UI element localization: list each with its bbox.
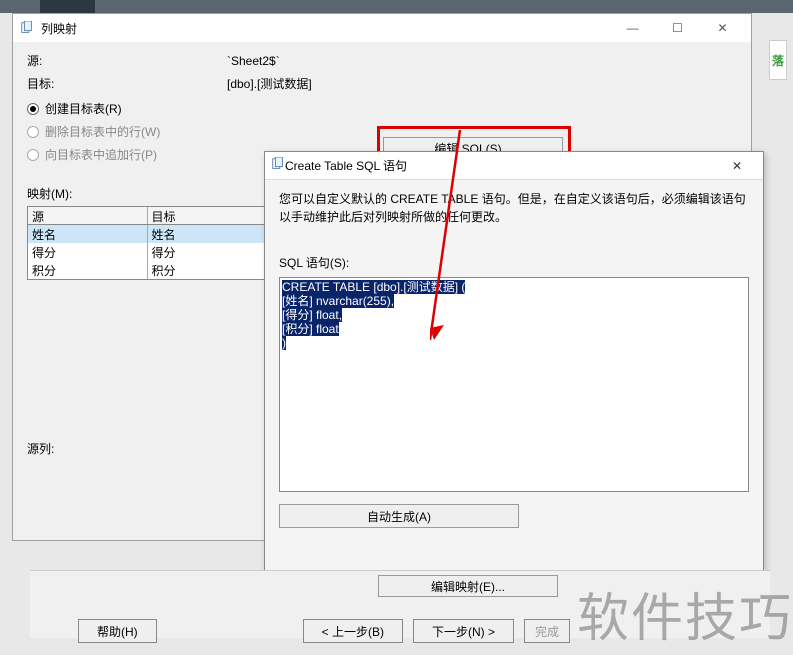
radio-dot-icon (27, 149, 39, 161)
auto-generate-button[interactable]: 自动生成(A) (279, 504, 519, 528)
button-label: 编辑映射(E)... (431, 578, 505, 595)
radio-create-table[interactable]: 创建目标表(R) (27, 100, 737, 117)
help-button[interactable]: 帮助(H) (78, 619, 157, 643)
finish-button[interactable]: 完成 (524, 619, 570, 643)
cell-dst: 得分 (148, 243, 267, 261)
window-title: 列映射 (41, 20, 610, 37)
target-value: [dbo].[测试数据] (227, 75, 312, 92)
radio-delete-rows[interactable]: 删除目标表中的行(W) (27, 123, 737, 140)
create-table-sql-dialog: Create Table SQL 语句 ✕ 您可以自定义默认的 CREATE T… (264, 151, 764, 571)
radio-dot-icon (27, 103, 39, 115)
radio-dot-icon (27, 126, 39, 138)
sql-line: [积分] float (282, 322, 339, 336)
cell-dst: 姓名 (148, 225, 267, 243)
sql-line: [得分] float, (282, 308, 342, 322)
close-button[interactable]: ✕ (717, 155, 757, 177)
cell-src: 得分 (28, 243, 148, 261)
button-label: 自动生成(A) (367, 508, 431, 525)
table-header: 源 目标 (28, 207, 266, 225)
sql-line: ) (282, 336, 286, 350)
button-label: 下一步(N) > (432, 623, 495, 640)
side-float-button[interactable]: 落 (769, 40, 787, 80)
edit-mapping-button[interactable]: 编辑映射(E)... (378, 575, 558, 597)
table-row[interactable]: 积分 积分 (28, 261, 266, 279)
header-target[interactable]: 目标 (148, 207, 267, 224)
cell-src: 姓名 (28, 225, 148, 243)
table-row[interactable]: 得分 得分 (28, 243, 266, 261)
target-label: 目标: (27, 75, 227, 92)
radio-label: 删除目标表中的行(W) (45, 123, 160, 140)
cell-dst: 积分 (148, 261, 267, 279)
source-label: 源: (27, 52, 227, 69)
header-source[interactable]: 源 (28, 207, 148, 224)
next-button[interactable]: 下一步(N) > (413, 619, 514, 643)
maximize-button[interactable]: ☐ (655, 17, 700, 39)
minimize-button[interactable]: — (610, 17, 655, 39)
table-row[interactable]: 姓名 姓名 (28, 225, 266, 243)
radio-label: 向目标表中追加行(P) (45, 146, 157, 163)
source-value: `Sheet2$` (227, 54, 280, 68)
button-label: 帮助(H) (97, 623, 138, 640)
radio-label: 创建目标表(R) (45, 100, 122, 117)
back-button[interactable]: < 上一步(B) (303, 619, 403, 643)
sql-line: CREATE TABLE [dbo].[测试数据] ( (282, 280, 465, 294)
sql-textarea[interactable]: CREATE TABLE [dbo].[测试数据] ( [姓名] nvarcha… (279, 277, 749, 492)
sql-label: SQL 语句(S): (279, 254, 749, 271)
wizard-footer: 编辑映射(E)... 帮助(H) < 上一步(B) 下一步(N) > 完成 (30, 570, 770, 638)
sub-title: Create Table SQL 语句 (285, 157, 717, 174)
side-float-label: 落 (772, 52, 784, 69)
window-icon (271, 157, 285, 174)
sql-line: [姓名] nvarchar(255), (282, 294, 394, 308)
window-icon (19, 20, 35, 36)
titlebar[interactable]: 列映射 — ☐ ✕ (13, 14, 751, 42)
button-label: 完成 (535, 623, 559, 640)
button-label: < 上一步(B) (322, 623, 384, 640)
close-button[interactable]: ✕ (700, 17, 745, 39)
cell-src: 积分 (28, 261, 148, 279)
dialog-description: 您可以自定义默认的 CREATE TABLE 语句。但是，在自定义该语句后，必须… (279, 190, 749, 226)
sub-titlebar[interactable]: Create Table SQL 语句 ✕ (265, 152, 763, 180)
mapping-table: 源 目标 姓名 姓名 得分 得分 积分 积分 (27, 206, 267, 280)
